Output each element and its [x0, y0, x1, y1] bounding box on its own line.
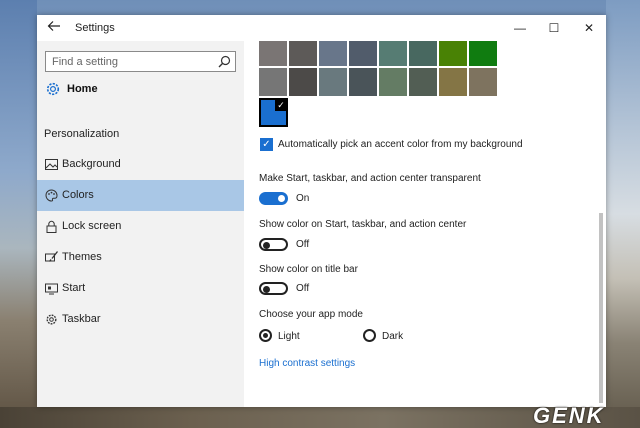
accent-color-swatch[interactable]	[319, 41, 347, 66]
desktop-background-right	[606, 0, 640, 428]
search-box	[45, 51, 236, 72]
accent-color-swatch[interactable]	[289, 41, 317, 66]
close-button[interactable]: ✕	[572, 15, 606, 41]
selected-accent-swatch[interactable]: ✓	[259, 98, 288, 127]
colors-content-pane: ✓ ✓ Automatically pick an accent color f…	[244, 41, 606, 407]
radio-dot	[263, 333, 268, 338]
sidebar-item-label: Colors	[62, 189, 94, 201]
sidebar: Home Personalization Background Colors L…	[37, 41, 244, 407]
dark-mode-label: Dark	[382, 331, 404, 342]
sidebar-item-label: Themes	[62, 251, 102, 263]
palette-icon	[45, 189, 58, 202]
accent-color-swatch[interactable]	[289, 68, 317, 96]
search-icon[interactable]	[218, 55, 231, 68]
accent-color-swatch[interactable]	[409, 68, 437, 96]
sidebar-item-label: Taskbar	[62, 313, 101, 325]
minimize-button[interactable]: —	[503, 15, 537, 41]
color-start-label: Show color on Start, taskbar, and action…	[259, 219, 467, 230]
accent-color-swatch[interactable]	[469, 41, 497, 66]
image-icon	[45, 159, 58, 170]
home-nav-item[interactable]: Home	[45, 79, 236, 101]
watermark-logo: GENK	[533, 403, 605, 428]
transparent-toggle[interactable]	[259, 192, 288, 205]
auto-accent-checkbox[interactable]: ✓	[260, 138, 273, 151]
toggle-knob	[263, 285, 270, 293]
accent-color-swatch[interactable]	[469, 68, 497, 96]
start-icon	[45, 283, 58, 295]
title-bar: Settings — ☐ ✕	[37, 15, 606, 41]
sidebar-item-label: Start	[62, 282, 86, 294]
sidebar-item-start[interactable]: Start	[37, 273, 244, 304]
sidebar-item-themes[interactable]: Themes	[37, 242, 244, 273]
accent-color-swatch[interactable]	[439, 68, 467, 96]
accent-color-swatch[interactable]	[439, 41, 467, 66]
light-mode-label: Light	[278, 331, 300, 342]
sidebar-item-background[interactable]: Background	[37, 149, 244, 180]
color-title-label: Show color on title bar	[259, 264, 358, 275]
scrollbar[interactable]	[599, 213, 603, 403]
app-mode-label: Choose your app mode	[259, 309, 363, 320]
high-contrast-link[interactable]: High contrast settings	[259, 358, 355, 369]
accent-color-swatch[interactable]	[259, 41, 287, 66]
auto-accent-label: Automatically pick an accent color from …	[278, 139, 523, 150]
color-title-state: Off	[296, 283, 310, 294]
home-label: Home	[67, 83, 98, 95]
toggle-knob	[278, 195, 285, 202]
brush-icon	[45, 251, 58, 262]
checkmark-icon: ✓	[275, 99, 287, 111]
accent-color-swatch[interactable]	[319, 68, 347, 96]
light-mode-radio[interactable]	[259, 329, 272, 342]
accent-color-swatch[interactable]	[259, 68, 287, 96]
color-start-toggle[interactable]	[259, 238, 288, 251]
accent-color-swatch[interactable]	[379, 68, 407, 96]
lock-icon	[46, 220, 57, 233]
accent-color-swatch[interactable]	[349, 41, 377, 66]
back-arrow-icon[interactable]	[45, 19, 63, 37]
transparent-label: Make Start, taskbar, and action center t…	[259, 173, 481, 184]
toggle-knob	[263, 241, 270, 249]
color-start-state: Off	[296, 239, 310, 250]
sidebar-item-label: Lock screen	[62, 220, 122, 232]
taskbar-gear-icon	[46, 314, 57, 325]
accent-color-swatch[interactable]	[349, 68, 377, 96]
sidebar-item-label: Background	[62, 158, 121, 170]
transparent-state: On	[296, 193, 310, 204]
dark-mode-radio[interactable]	[363, 329, 376, 342]
sidebar-item-lock-screen[interactable]: Lock screen	[37, 211, 244, 242]
settings-window: Settings — ☐ ✕ Home Personalization	[37, 15, 606, 407]
sidebar-item-taskbar[interactable]: Taskbar	[37, 304, 244, 335]
accent-color-swatch[interactable]	[409, 41, 437, 66]
accent-color-swatch[interactable]	[379, 41, 407, 66]
maximize-button[interactable]: ☐	[537, 15, 571, 41]
desktop-background-left	[0, 0, 37, 428]
gear-icon	[46, 82, 60, 96]
color-title-toggle[interactable]	[259, 282, 288, 295]
search-input[interactable]	[46, 52, 216, 71]
window-title: Settings	[75, 22, 115, 34]
sidebar-item-colors[interactable]: Colors	[37, 180, 244, 211]
section-heading: Personalization	[44, 128, 120, 140]
